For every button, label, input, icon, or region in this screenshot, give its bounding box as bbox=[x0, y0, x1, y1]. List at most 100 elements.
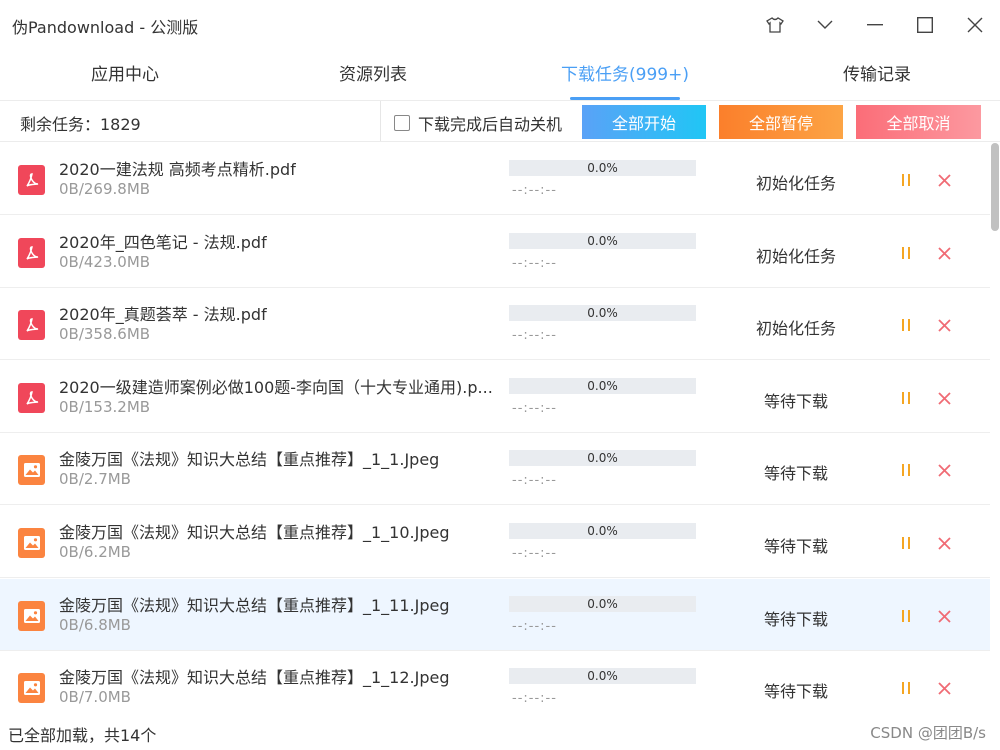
task-file-name: 2020一建法规 高频考点精析.pdf bbox=[59, 160, 296, 179]
task-cancel-button[interactable] bbox=[934, 243, 954, 263]
pdf-file-icon bbox=[18, 238, 45, 268]
tab-resource-list[interactable]: 资源列表 bbox=[248, 50, 498, 100]
task-cancel-button[interactable] bbox=[934, 388, 954, 408]
vertical-scrollbar[interactable] bbox=[990, 143, 1000, 713]
close-icon bbox=[937, 173, 951, 187]
task-row[interactable]: 2020年_四色笔记 - 法规.pdf 0B/423.0MB 0.0% --:--:-… bbox=[0, 216, 990, 288]
task-progress-percent: 0.0% bbox=[587, 669, 618, 683]
task-progress-percent: 0.0% bbox=[587, 451, 618, 465]
task-file-name: 2020年_四色笔记 - 法规.pdf bbox=[59, 233, 267, 252]
load-status: 已全部加载，共14个 bbox=[8, 726, 157, 745]
task-pause-button[interactable] bbox=[896, 678, 916, 698]
close-icon bbox=[937, 463, 951, 477]
minimize-button[interactable] bbox=[850, 0, 900, 50]
image-file-icon bbox=[18, 455, 45, 485]
tab-transfer-history[interactable]: 传输记录 bbox=[752, 50, 1000, 100]
task-toolbar: 剩余任务：1829 下载完成后自动关机 全部开始 全部暂停 全部取消 bbox=[0, 100, 1000, 142]
dropdown-button[interactable] bbox=[800, 0, 850, 50]
task-progress-bar: 0.0% bbox=[509, 160, 696, 176]
pause-icon bbox=[902, 464, 910, 476]
task-eta: --:--:-- bbox=[512, 619, 557, 634]
skin-button[interactable] bbox=[750, 0, 800, 50]
remaining-tasks-count: 剩余任务：1829 bbox=[20, 115, 141, 134]
start-all-button[interactable]: 全部开始 bbox=[582, 105, 706, 139]
task-row[interactable]: 2020年_真题荟萃 - 法规.pdf 0B/358.6MB 0.0% --:--:-… bbox=[0, 288, 990, 360]
task-status: 初始化任务 bbox=[755, 319, 836, 338]
chevron-down-icon bbox=[817, 20, 833, 29]
task-cancel-button[interactable] bbox=[934, 315, 954, 335]
task-progress-bar: 0.0% bbox=[509, 378, 696, 394]
maximize-button[interactable] bbox=[900, 0, 950, 50]
task-progress-percent: 0.0% bbox=[587, 524, 618, 538]
task-eta: --:--:-- bbox=[512, 691, 557, 706]
task-pause-button[interactable] bbox=[896, 388, 916, 408]
scrollbar-thumb[interactable] bbox=[991, 143, 999, 231]
task-row[interactable]: 金陵万国《法规》知识大总结【重点推荐】_1_10.Jpeg 0B/6.2MB 0.0… bbox=[0, 506, 990, 578]
task-cancel-button[interactable] bbox=[934, 533, 954, 553]
pause-icon bbox=[902, 682, 910, 694]
task-row[interactable]: 2020一建法规 高频考点精析.pdf 0B/269.8MB 0.0% --:--:-… bbox=[0, 143, 990, 215]
task-eta: --:--:-- bbox=[512, 546, 557, 561]
task-file-size: 0B/2.7MB bbox=[59, 470, 131, 488]
task-file-size: 0B/269.8MB bbox=[59, 180, 151, 198]
task-eta: --:--:-- bbox=[512, 256, 557, 271]
title-bar: 伪Pandownload - 公测版 bbox=[0, 0, 1000, 50]
task-status: 等待下载 bbox=[763, 464, 828, 483]
close-icon bbox=[937, 391, 951, 405]
task-status: 等待下载 bbox=[763, 682, 828, 701]
task-pause-button[interactable] bbox=[896, 533, 916, 553]
task-file-size: 0B/153.2MB bbox=[59, 398, 151, 416]
tshirt-icon bbox=[766, 17, 784, 33]
toolbar-divider bbox=[380, 101, 381, 141]
task-progress-percent: 0.0% bbox=[587, 379, 618, 393]
task-file-name: 金陵万国《法规》知识大总结【重点推荐】_1_11.Jpeg bbox=[59, 596, 450, 615]
auto-shutdown-option[interactable]: 下载完成后自动关机 bbox=[394, 111, 562, 135]
pause-icon bbox=[902, 319, 910, 331]
task-progress-percent: 0.0% bbox=[587, 306, 618, 320]
task-cancel-button[interactable] bbox=[934, 678, 954, 698]
task-progress-bar: 0.0% bbox=[509, 233, 696, 249]
pause-all-button[interactable]: 全部暂停 bbox=[719, 105, 843, 139]
tab-download-tasks[interactable]: 下载任务(999+) bbox=[500, 50, 750, 100]
task-progress-percent: 0.0% bbox=[587, 161, 618, 175]
maximize-icon bbox=[917, 17, 933, 33]
task-pause-button[interactable] bbox=[896, 460, 916, 480]
pause-icon bbox=[902, 247, 910, 259]
close-icon bbox=[937, 609, 951, 623]
tab-app-center[interactable]: 应用中心 bbox=[0, 50, 250, 100]
auto-shutdown-checkbox[interactable] bbox=[394, 115, 410, 131]
auto-shutdown-label: 下载完成后自动关机 bbox=[418, 115, 563, 134]
close-icon bbox=[937, 318, 951, 332]
image-file-icon bbox=[18, 673, 45, 703]
close-icon bbox=[937, 246, 951, 260]
minimize-icon bbox=[867, 24, 883, 26]
task-eta: --:--:-- bbox=[512, 328, 557, 343]
task-row[interactable]: 金陵万国《法规》知识大总结【重点推荐】_1_1.Jpeg 0B/2.7MB 0.0%… bbox=[0, 433, 990, 505]
close-window-button[interactable] bbox=[950, 0, 1000, 50]
task-file-size: 0B/7.0MB bbox=[59, 688, 131, 706]
task-pause-button[interactable] bbox=[896, 170, 916, 190]
pause-icon bbox=[902, 537, 910, 549]
task-progress-bar: 0.0% bbox=[509, 668, 696, 684]
task-file-name: 2020年_真题荟萃 - 法规.pdf bbox=[59, 305, 267, 324]
download-speed: CSDN @团团B/s bbox=[870, 724, 986, 742]
task-pause-button[interactable] bbox=[896, 606, 916, 626]
task-progress-percent: 0.0% bbox=[587, 234, 618, 248]
task-status: 初始化任务 bbox=[755, 247, 836, 266]
close-icon bbox=[937, 536, 951, 550]
task-cancel-button[interactable] bbox=[934, 606, 954, 626]
task-cancel-button[interactable] bbox=[934, 170, 954, 190]
task-row[interactable]: 金陵万国《法规》知识大总结【重点推荐】_1_11.Jpeg 0B/6.8MB 0.0… bbox=[0, 579, 990, 651]
task-row[interactable]: 2020一级建造师案例必做100题-李向国（十大专业通用).p... 0B/153… bbox=[0, 361, 990, 433]
task-file-name: 金陵万国《法规》知识大总结【重点推荐】_1_12.Jpeg bbox=[59, 668, 450, 687]
task-row[interactable]: 金陵万国《法规》知识大总结【重点推荐】_1_12.Jpeg 0B/7.0MB 0.0… bbox=[0, 651, 990, 713]
image-file-icon bbox=[18, 601, 45, 631]
task-pause-button[interactable] bbox=[896, 315, 916, 335]
task-file-size: 0B/6.2MB bbox=[59, 543, 131, 561]
main-tabs: 应用中心 资源列表 下载任务(999+) 传输记录 bbox=[0, 50, 1000, 100]
task-cancel-button[interactable] bbox=[934, 460, 954, 480]
task-pause-button[interactable] bbox=[896, 243, 916, 263]
task-progress-bar: 0.0% bbox=[509, 596, 696, 612]
cancel-all-button[interactable]: 全部取消 bbox=[856, 105, 981, 139]
pause-icon bbox=[902, 610, 910, 622]
